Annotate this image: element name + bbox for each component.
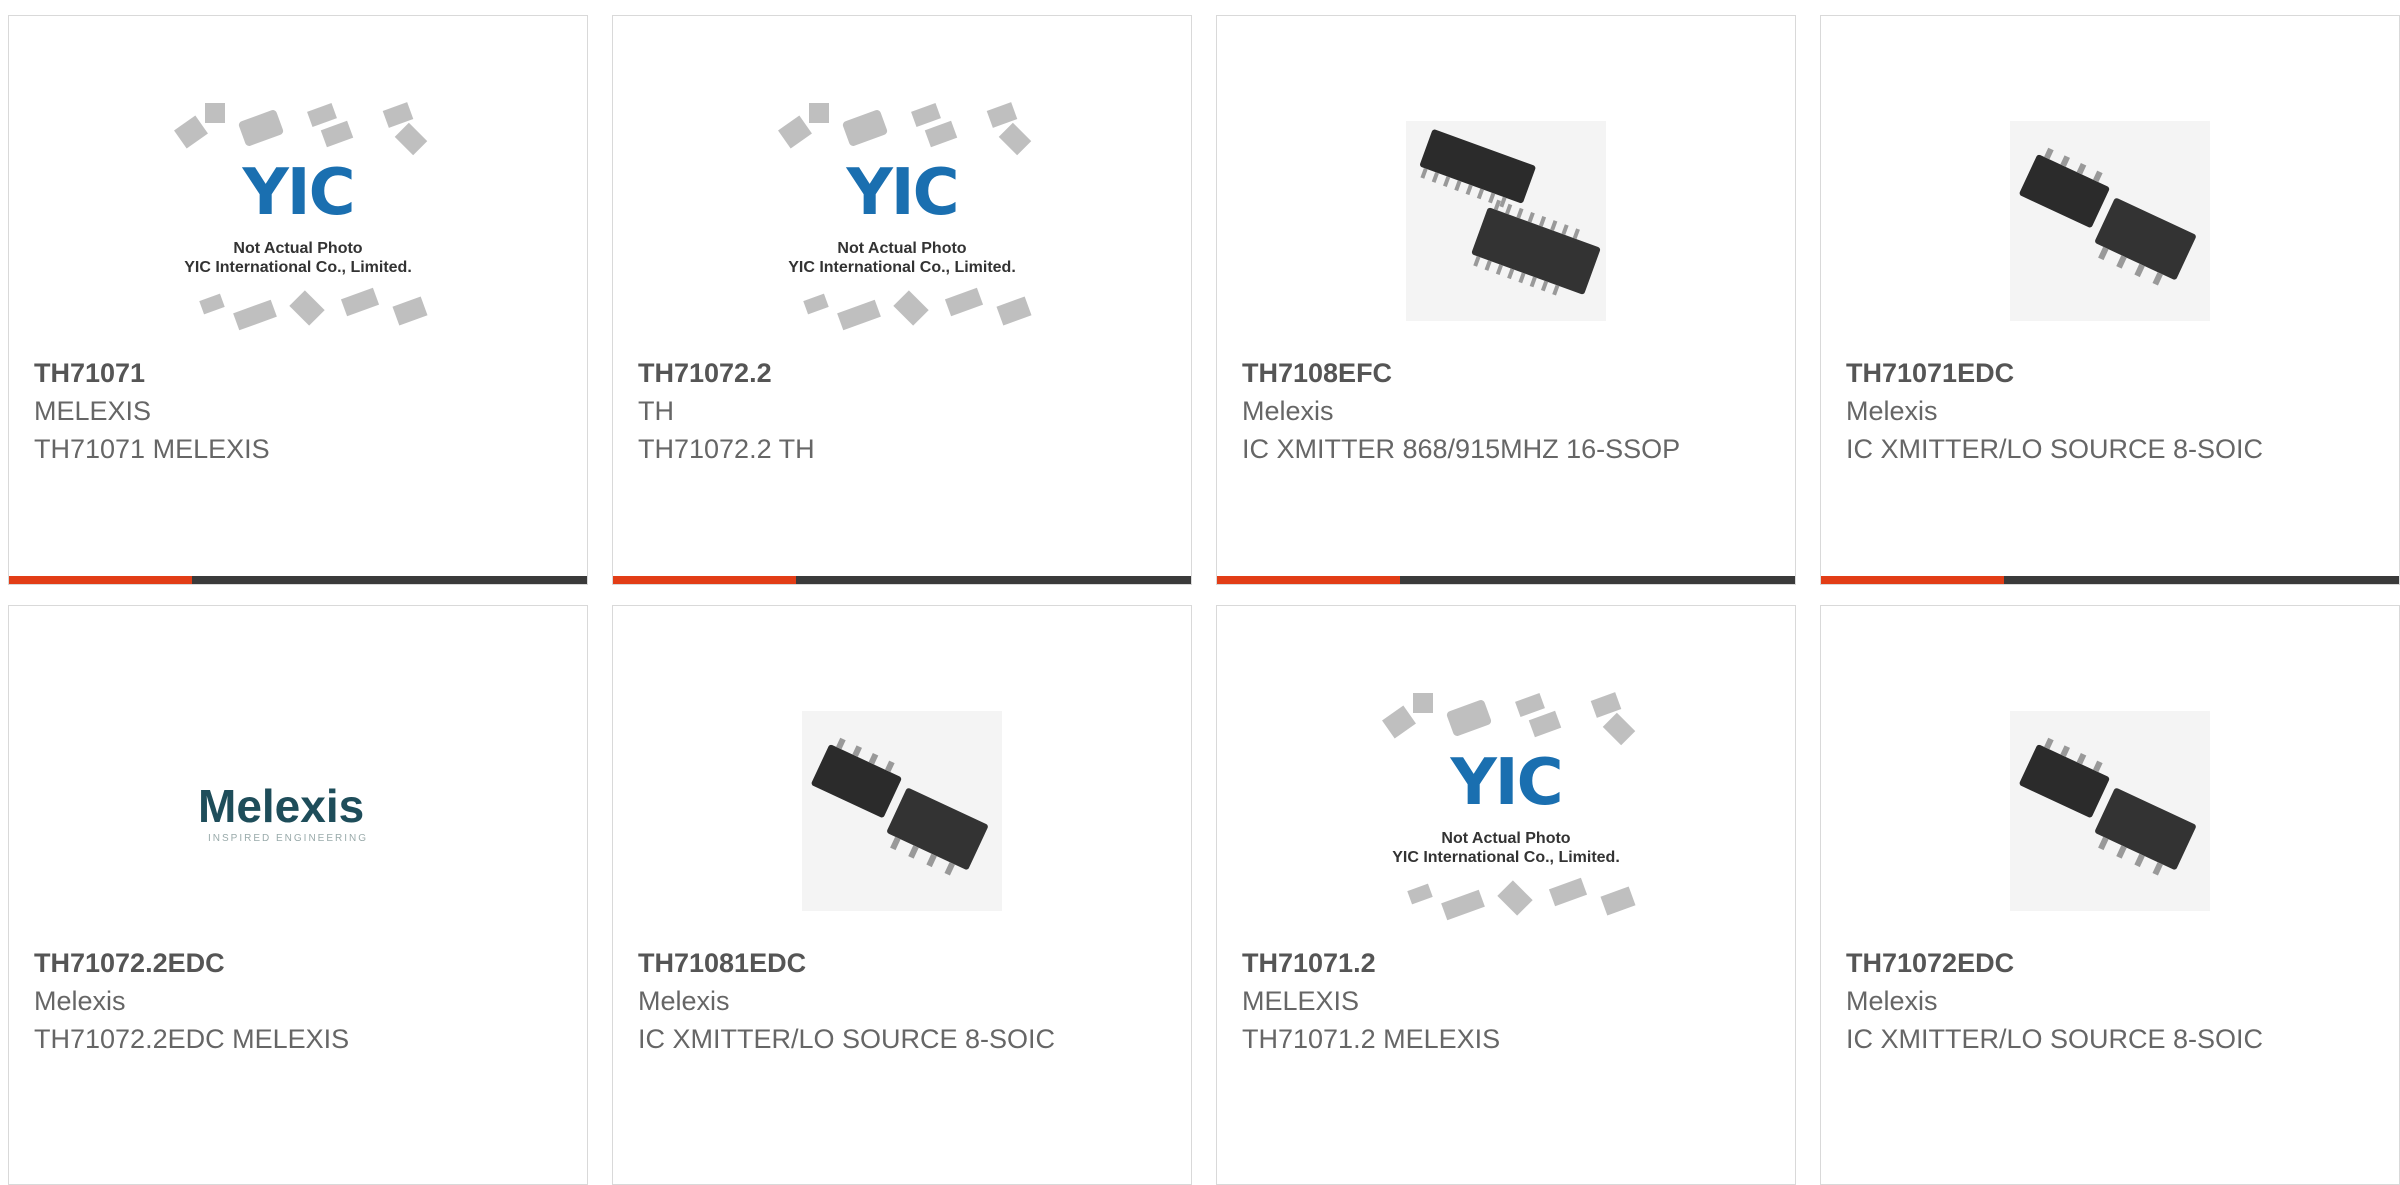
- product-image[interactable]: Melexis INSPIRED ENGINEERING: [9, 666, 587, 956]
- yic-logo: YIC: [242, 156, 355, 230]
- product-card[interactable]: Melexis INSPIRED ENGINEERING TH71072.2ED…: [8, 605, 588, 1185]
- card-bar: [1217, 576, 1795, 584]
- manufacturer: TH: [638, 396, 674, 426]
- description: TH71071.2 MELEXIS: [1242, 1024, 1501, 1054]
- product-card[interactable]: YIC Not Actual Photo YIC International C…: [8, 15, 588, 585]
- card-bar: [613, 576, 1191, 584]
- product-card[interactable]: TH71071EDC Melexis IC XMITTER/LO SOURCE …: [1820, 15, 2400, 585]
- product-card[interactable]: YIC Not Actual Photo YIC International C…: [612, 15, 1192, 585]
- part-number[interactable]: TH71071: [34, 358, 145, 389]
- description: TH71072.2 TH: [638, 434, 815, 464]
- part-number[interactable]: TH7108EFC: [1242, 358, 1392, 389]
- manufacturer: Melexis: [1242, 396, 1334, 426]
- product-image[interactable]: YIC Not Actual Photo YIC International C…: [613, 76, 1191, 366]
- placeholder-caption: Not Actual Photo YIC International Co., …: [184, 240, 412, 276]
- manufacturer: Melexis: [34, 986, 126, 1016]
- product-image[interactable]: [1821, 666, 2399, 956]
- placeholder-caption: Not Actual Photo YIC International Co., …: [788, 240, 1016, 276]
- melexis-logo: Melexis INSPIRED ENGINEERING: [198, 780, 369, 844]
- placeholder-caption: Not Actual Photo YIC International Co., …: [1392, 830, 1620, 866]
- placeholder-image: YIC Not Actual Photo YIC International C…: [163, 101, 433, 341]
- soic-chip-photo: [2010, 711, 2210, 911]
- manufacturer: Melexis: [1846, 986, 1938, 1016]
- description: IC XMITTER 868/915MHZ 16-SSOP: [1242, 434, 1681, 464]
- product-card[interactable]: TH7108EFC Melexis IC XMITTER 868/915MHZ …: [1216, 15, 1796, 585]
- part-number[interactable]: TH71071.2: [1242, 948, 1376, 979]
- product-card[interactable]: TH71072EDC Melexis IC XMITTER/LO SOURCE …: [1820, 605, 2400, 1185]
- card-bar: [9, 576, 587, 584]
- manufacturer: MELEXIS: [1242, 986, 1360, 1016]
- description: IC XMITTER/LO SOURCE 8-SOIC: [1846, 434, 2264, 464]
- part-number[interactable]: TH71072EDC: [1846, 948, 2014, 979]
- placeholder-image: YIC Not Actual Photo YIC International C…: [767, 101, 1037, 341]
- description: TH71072.2EDC MELEXIS: [34, 1024, 350, 1054]
- product-image[interactable]: YIC Not Actual Photo YIC International C…: [9, 76, 587, 366]
- ssop-chip-photo: [1406, 121, 1606, 321]
- placeholder-image: YIC Not Actual Photo YIC International C…: [1371, 691, 1641, 931]
- part-number[interactable]: TH71072.2EDC: [34, 948, 225, 979]
- soic-chip-photo: [802, 711, 1002, 911]
- card-bar: [1821, 576, 2399, 584]
- part-number[interactable]: TH71071EDC: [1846, 358, 2014, 389]
- part-number[interactable]: TH71081EDC: [638, 948, 806, 979]
- description: IC XMITTER/LO SOURCE 8-SOIC: [1846, 1024, 2264, 1054]
- description: IC XMITTER/LO SOURCE 8-SOIC: [638, 1024, 1056, 1054]
- yic-logo: YIC: [846, 156, 959, 230]
- soic-chip-photo: [2010, 121, 2210, 321]
- product-image[interactable]: [1217, 76, 1795, 366]
- product-card[interactable]: YIC Not Actual Photo YIC International C…: [1216, 605, 1796, 1185]
- product-image[interactable]: YIC Not Actual Photo YIC International C…: [1217, 666, 1795, 956]
- yic-logo: YIC: [1450, 746, 1563, 820]
- product-grid: YIC Not Actual Photo YIC International C…: [0, 0, 2400, 1185]
- manufacturer: Melexis: [638, 986, 730, 1016]
- part-number[interactable]: TH71072.2: [638, 358, 772, 389]
- product-card[interactable]: TH71081EDC Melexis IC XMITTER/LO SOURCE …: [612, 605, 1192, 1185]
- product-image[interactable]: [613, 666, 1191, 956]
- manufacturer: MELEXIS: [34, 396, 152, 426]
- description: TH71071 MELEXIS: [34, 434, 270, 464]
- product-image[interactable]: [1821, 76, 2399, 366]
- manufacturer: Melexis: [1846, 396, 1938, 426]
